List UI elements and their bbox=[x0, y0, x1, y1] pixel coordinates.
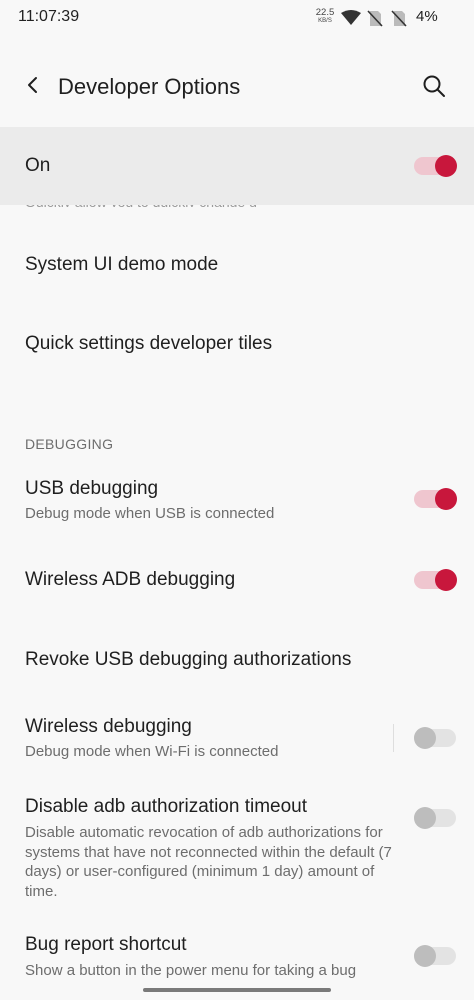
list-item-title: Wireless debugging bbox=[25, 716, 192, 737]
no-sim-icon bbox=[391, 10, 407, 32]
toggle-thumb bbox=[435, 155, 457, 177]
master-switch-label: On bbox=[25, 155, 51, 176]
network-speed-unit: KB/S bbox=[318, 18, 332, 24]
list-item-wireless-adb-debugging[interactable]: Wireless ADB debugging bbox=[0, 550, 474, 610]
vertical-divider bbox=[393, 724, 394, 752]
back-button[interactable] bbox=[14, 68, 52, 106]
list-item-bug-report-shortcut[interactable]: Bug report shortcut Show a button in the… bbox=[0, 926, 474, 986]
wifi-icon bbox=[341, 10, 361, 31]
search-button[interactable] bbox=[414, 68, 454, 108]
no-sim-icon bbox=[367, 10, 383, 32]
toggle-thumb bbox=[414, 727, 436, 749]
list-item-title: Disable adb authorization timeout bbox=[25, 796, 308, 817]
disable-adb-authorization-timeout-toggle[interactable] bbox=[414, 807, 458, 829]
bug-report-shortcut-toggle[interactable] bbox=[414, 945, 458, 967]
section-header-debugging: DEBUGGING bbox=[25, 436, 114, 452]
list-item-title: Bug report shortcut bbox=[25, 934, 187, 955]
network-speed: 22.5 KB/S bbox=[313, 8, 337, 26]
usb-debugging-toggle[interactable] bbox=[414, 488, 458, 510]
list-item-summary: Disable automatic revocation of adb auth… bbox=[25, 824, 392, 900]
list-item-title: System UI demo mode bbox=[25, 254, 219, 275]
list-item-system-ui-demo-mode[interactable]: System UI demo mode bbox=[0, 233, 474, 297]
list-item-usb-debugging[interactable]: USB debugging Debug mode when USB is con… bbox=[0, 470, 474, 534]
toggle-thumb bbox=[435, 488, 457, 510]
list-item-quick-settings-developer-tiles[interactable]: Quick settings developer tiles bbox=[0, 312, 474, 376]
list-item-revoke-usb-debugging-authorizations[interactable]: Revoke USB debugging authorizations bbox=[0, 630, 474, 690]
status-time: 11:07:39 bbox=[18, 8, 80, 25]
list-item-title: Quick settings developer tiles bbox=[25, 333, 273, 354]
list-item-summary: Debug mode when USB is connected bbox=[25, 505, 275, 522]
search-icon bbox=[422, 74, 446, 103]
list-item-summary: Show a button in the power menu for taki… bbox=[25, 962, 357, 979]
developer-options-master-switch-row[interactable]: On bbox=[0, 127, 474, 205]
list-item-summary: Debug mode when Wi-Fi is connected bbox=[25, 743, 279, 760]
battery-percentage: 4% bbox=[416, 8, 438, 25]
toggle-thumb bbox=[435, 569, 457, 591]
page-title: Developer Options bbox=[58, 74, 241, 99]
gesture-nav-handle[interactable] bbox=[143, 988, 331, 992]
list-item-title: USB debugging bbox=[25, 478, 159, 499]
status-bar: 11:07:39 22.5 KB/S 4% bbox=[0, 0, 474, 36]
toggle-thumb bbox=[414, 807, 436, 829]
back-arrow-icon bbox=[25, 76, 41, 99]
list-item-title: Revoke USB debugging authorizations bbox=[25, 649, 352, 670]
wireless-adb-debugging-toggle[interactable] bbox=[414, 569, 458, 591]
master-switch-toggle[interactable] bbox=[414, 155, 458, 177]
network-speed-value: 22.5 bbox=[315, 7, 335, 18]
toggle-thumb bbox=[414, 945, 436, 967]
list-item-title: Wireless ADB debugging bbox=[25, 569, 236, 590]
list-item-disable-adb-authorization-timeout[interactable]: Disable adb authorization timeout Disabl… bbox=[0, 788, 474, 908]
app-bar: Developer Options bbox=[0, 52, 474, 122]
wireless-debugging-toggle[interactable] bbox=[414, 727, 458, 749]
list-item-wireless-debugging[interactable]: Wireless debugging Debug mode when Wi-Fi… bbox=[0, 708, 474, 772]
